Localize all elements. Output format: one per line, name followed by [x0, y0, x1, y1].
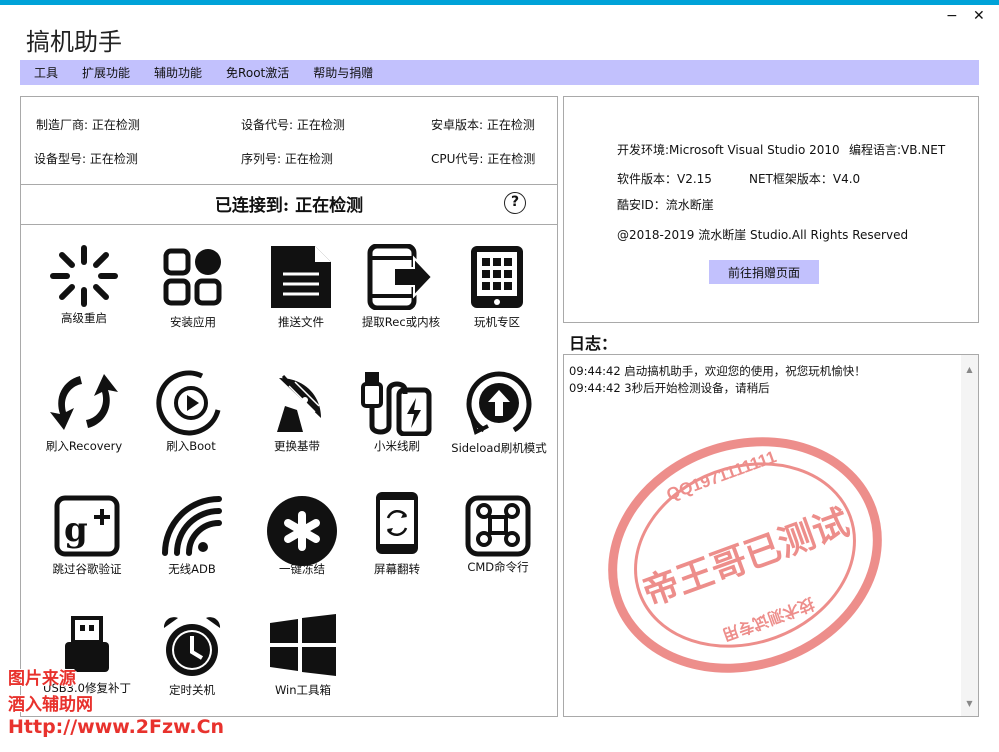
stamp-bottom-text: 技术测试专用 [720, 594, 817, 645]
watermark-url: Http://www.2Fzw.Cn [8, 716, 225, 738]
app-title: 搞机助手 [26, 28, 122, 56]
tool-install-app[interactable]: 安装应用 [143, 244, 243, 354]
tool-label: Win工具箱 [274, 683, 332, 697]
connection-status: 已连接到: 正在检测 [214, 196, 364, 216]
menu-bar: 工具 扩展功能 辅助功能 免Root激活 帮助与捐赠 [20, 60, 979, 85]
menu-tools[interactable]: 工具 [20, 64, 68, 81]
tool-label: CMD命令行 [467, 560, 529, 574]
tool-flash-boot[interactable]: 刷入Boot [141, 370, 241, 480]
menu-rootless-activation[interactable]: 免Root激活 [212, 64, 299, 81]
spinner-icon [50, 245, 118, 307]
svg-text:g: g [64, 510, 88, 550]
tool-one-click-freeze[interactable]: 一键冻结 [252, 495, 352, 605]
charging-cable-icon [361, 372, 432, 436]
upload-circle-icon [466, 371, 532, 435]
model-info: 设备型号: 正在检测 [34, 152, 138, 166]
cpu-info: CPU代号: 正在检测 [431, 152, 536, 166]
android-version-info: 安卓版本: 正在检测 [431, 118, 535, 132]
tool-skip-google-verify[interactable]: g 跳过谷歌验证 [37, 495, 137, 605]
wifi-icon [162, 496, 222, 556]
tool-label: 玩机专区 [474, 315, 520, 329]
log-line: 09:44:42 3秒后开始检测设备，请稍后 [569, 381, 770, 395]
tool-win-toolbox[interactable]: Win工具箱 [253, 614, 353, 724]
info-divider [21, 184, 557, 185]
command-icon [465, 495, 531, 557]
stamp-ring-text: QQ1971111111 [664, 447, 779, 504]
net-framework-version: NET框架版本：V4.0 [749, 172, 861, 186]
document-icon [271, 246, 331, 308]
tools-panel: 制造厂商: 正在检测 设备代号: 正在检测 安卓版本: 正在检测 设备型号: 正… [20, 96, 558, 717]
log-title: 日志： [569, 334, 618, 353]
phone-export-icon [367, 244, 434, 310]
tool-label: Sideload刷机模式 [451, 441, 547, 455]
coolapk-id: 酷安ID：流水断崖 [617, 198, 714, 212]
minimize-button[interactable]: − [946, 8, 958, 24]
tool-extract-rec-kernel[interactable]: 提取Rec或内核 [351, 244, 451, 354]
tool-timed-shutdown[interactable]: 定时关机 [142, 614, 242, 724]
scroll-down-arrow-icon[interactable]: ▼ [961, 695, 978, 712]
programming-language: 编程语言:VB.NET [849, 143, 946, 157]
alarm-clock-icon [163, 617, 221, 676]
log-scrollbar[interactable]: ▲ ▼ [961, 355, 978, 716]
title-accent-bar [0, 0, 999, 5]
sync-arrows-icon [50, 374, 118, 430]
test-stamp: QQ1971111111 帝王哥已测试 技术测试专用 [608, 437, 882, 673]
tool-push-file[interactable]: 推送文件 [251, 244, 351, 354]
tool-cmd[interactable]: CMD命令行 [448, 495, 548, 605]
menu-help-donate[interactable]: 帮助与捐赠 [299, 64, 383, 81]
tool-play-zone[interactable]: 玩机专区 [447, 244, 547, 354]
close-button[interactable]: ✕ [973, 8, 985, 24]
menu-extensions[interactable]: 扩展功能 [68, 64, 140, 81]
tool-wireless-adb[interactable]: 无线ADB [142, 495, 242, 605]
tablet-icon [471, 246, 523, 308]
screen-rotate-icon [376, 492, 418, 554]
copyright: @2018-2019 流水断崖 Studio.All Rights Reserv… [617, 228, 909, 242]
status-divider [21, 224, 557, 225]
apps-grid-icon [163, 248, 222, 306]
donate-button[interactable]: 前往捐赠页面 [709, 260, 819, 284]
help-icon[interactable]: ? [504, 192, 526, 214]
windows-icon [270, 614, 336, 676]
play-circle-icon [156, 370, 221, 436]
about-panel: 开发环境:Microsoft Visual Studio 2010 编程语言:V… [563, 96, 979, 323]
asterisk-icon [267, 496, 337, 566]
tool-advanced-reboot[interactable]: 高级重启 [34, 244, 134, 354]
google-plus-icon: g [54, 495, 120, 557]
tool-flash-recovery[interactable]: 刷入Recovery [34, 370, 134, 480]
satellite-dish-icon [277, 374, 321, 432]
dev-environment: 开发环境:Microsoft Visual Studio 2010 [617, 143, 840, 157]
scroll-up-arrow-icon[interactable]: ▲ [961, 361, 978, 378]
software-version: 软件版本：V2.15 [617, 172, 712, 186]
watermark-source: 图片来源 [8, 669, 76, 689]
tool-sideload-mode[interactable]: Sideload刷机模式 [449, 370, 549, 480]
serial-info: 序列号: 正在检测 [241, 152, 333, 166]
watermark-site-name: 酒入辅助网 [8, 695, 93, 715]
menu-assist[interactable]: 辅助功能 [140, 64, 212, 81]
tool-screen-rotate[interactable]: 屏幕翻转 [347, 490, 447, 600]
codename-info: 设备代号: 正在检测 [241, 118, 345, 132]
tool-xiaomi-flash[interactable]: 小米线刷 [347, 370, 447, 480]
tool-change-baseband[interactable]: 更换基带 [247, 370, 347, 480]
log-line: 09:44:42 启动搞机助手，欢迎您的使用，祝您玩机愉快！ [569, 364, 866, 378]
stamp-main-text: 帝王哥已测试 [638, 502, 855, 614]
manufacturer-info: 制造厂商: 正在检测 [36, 118, 140, 132]
